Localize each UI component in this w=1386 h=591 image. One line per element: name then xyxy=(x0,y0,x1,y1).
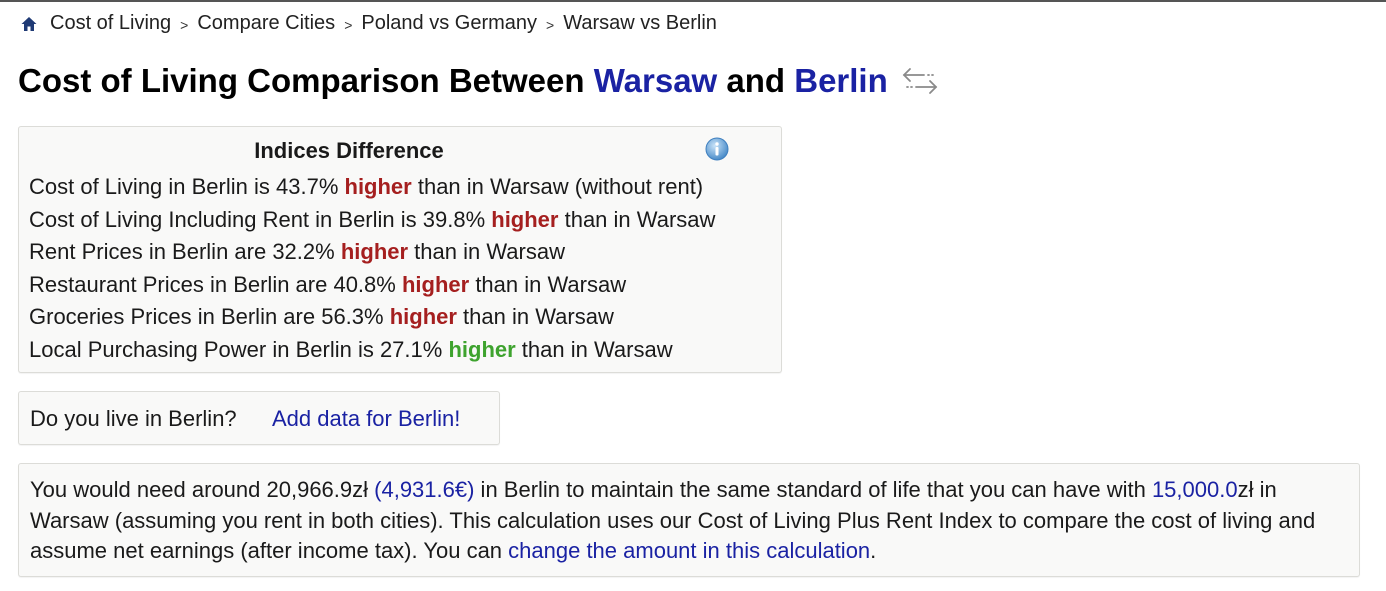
page-title: Cost of Living Comparison Between Warsaw… xyxy=(18,62,940,100)
higher-label: higher xyxy=(448,336,516,362)
row-text: than in Warsaw xyxy=(408,239,565,265)
city2-link[interactable]: Berlin xyxy=(794,62,888,100)
higher-label: higher xyxy=(491,206,559,232)
higher-label: higher xyxy=(340,239,409,265)
index-row-cost-of-living: Cost of Living in Berlin is 43.7% higher… xyxy=(29,171,715,204)
higher-label: higher xyxy=(389,304,457,330)
row-text: than in Warsaw (without rent) xyxy=(411,174,704,199)
base-amount-link[interactable]: 15,000.0 xyxy=(1152,477,1238,502)
calc-text: in Berlin to maintain the same standard … xyxy=(474,477,1152,502)
live-question: Do you live in Berlin? xyxy=(30,406,237,431)
indices-list: Cost of Living in Berlin is 43.7% higher… xyxy=(29,171,715,367)
breadcrumb-separator: > xyxy=(546,16,555,33)
swap-arrows-icon[interactable] xyxy=(900,66,940,96)
row-text: Groceries Prices in Berlin are 56.3% xyxy=(29,304,390,330)
home-icon[interactable] xyxy=(20,15,38,33)
calculation-panel: You would need around 20,966.9zł (4,931.… xyxy=(18,463,1360,577)
title-middle: and xyxy=(717,62,795,99)
row-text: Rent Prices in Berlin are 32.2% xyxy=(29,239,341,265)
change-amount-link[interactable]: change the amount in this calculation xyxy=(508,538,870,563)
row-text: than in Warsaw xyxy=(515,336,673,362)
breadcrumb-cost-of-living[interactable]: Cost of Living xyxy=(50,12,171,35)
calc-text: You would need around 20,966.9zł xyxy=(30,477,375,502)
higher-label: higher xyxy=(344,174,412,199)
row-text: than in Warsaw xyxy=(456,304,614,330)
breadcrumb-compare-cities[interactable]: Compare Cities xyxy=(197,12,335,35)
breadcrumb-current: Warsaw vs Berlin xyxy=(563,12,717,34)
breadcrumb-separator: > xyxy=(180,16,189,33)
index-row-rent: Rent Prices in Berlin are 32.2% higher t… xyxy=(29,236,715,269)
row-text: Cost of Living in Berlin is 43.7% xyxy=(29,174,345,199)
indices-heading: Indices Difference xyxy=(254,138,444,163)
title-prefix: Cost of Living Comparison Between xyxy=(18,62,594,99)
info-icon[interactable] xyxy=(705,137,729,161)
eur-amount-link[interactable]: (4,931.6€) xyxy=(374,477,474,502)
calculation-text: You would need around 20,966.9zł (4,931.… xyxy=(30,475,1350,567)
index-row-purchasing-power: Local Purchasing Power in Berlin is 27.1… xyxy=(29,334,715,367)
city1-link[interactable]: Warsaw xyxy=(594,62,718,100)
add-data-link[interactable]: Add data for Berlin! xyxy=(272,406,460,432)
row-text: Restaurant Prices in Berlin are 40.8% xyxy=(29,271,402,297)
breadcrumb-separator: > xyxy=(344,16,353,33)
row-text: than in Warsaw xyxy=(558,206,716,232)
top-border xyxy=(0,0,1386,2)
index-row-cost-incl-rent: Cost of Living Including Rent in Berlin … xyxy=(29,204,715,237)
index-row-groceries: Groceries Prices in Berlin are 56.3% hig… xyxy=(29,301,715,334)
breadcrumb: Cost of Living > Compare Cities > Poland… xyxy=(20,12,717,35)
index-row-restaurant: Restaurant Prices in Berlin are 40.8% hi… xyxy=(29,269,715,302)
row-text: Local Purchasing Power in Berlin is 27.1… xyxy=(29,336,449,362)
row-text: Cost of Living Including Rent in Berlin … xyxy=(29,206,492,232)
contribute-panel: Do you live in Berlin? Add data for Berl… xyxy=(18,391,500,445)
row-text: than in Warsaw xyxy=(469,271,627,297)
indices-difference-panel: Indices Difference Cost of Living in Ber… xyxy=(18,126,782,373)
breadcrumb-poland-vs-germany[interactable]: Poland vs Germany xyxy=(361,12,537,35)
higher-label: higher xyxy=(401,271,470,297)
calc-text: . xyxy=(870,538,877,563)
